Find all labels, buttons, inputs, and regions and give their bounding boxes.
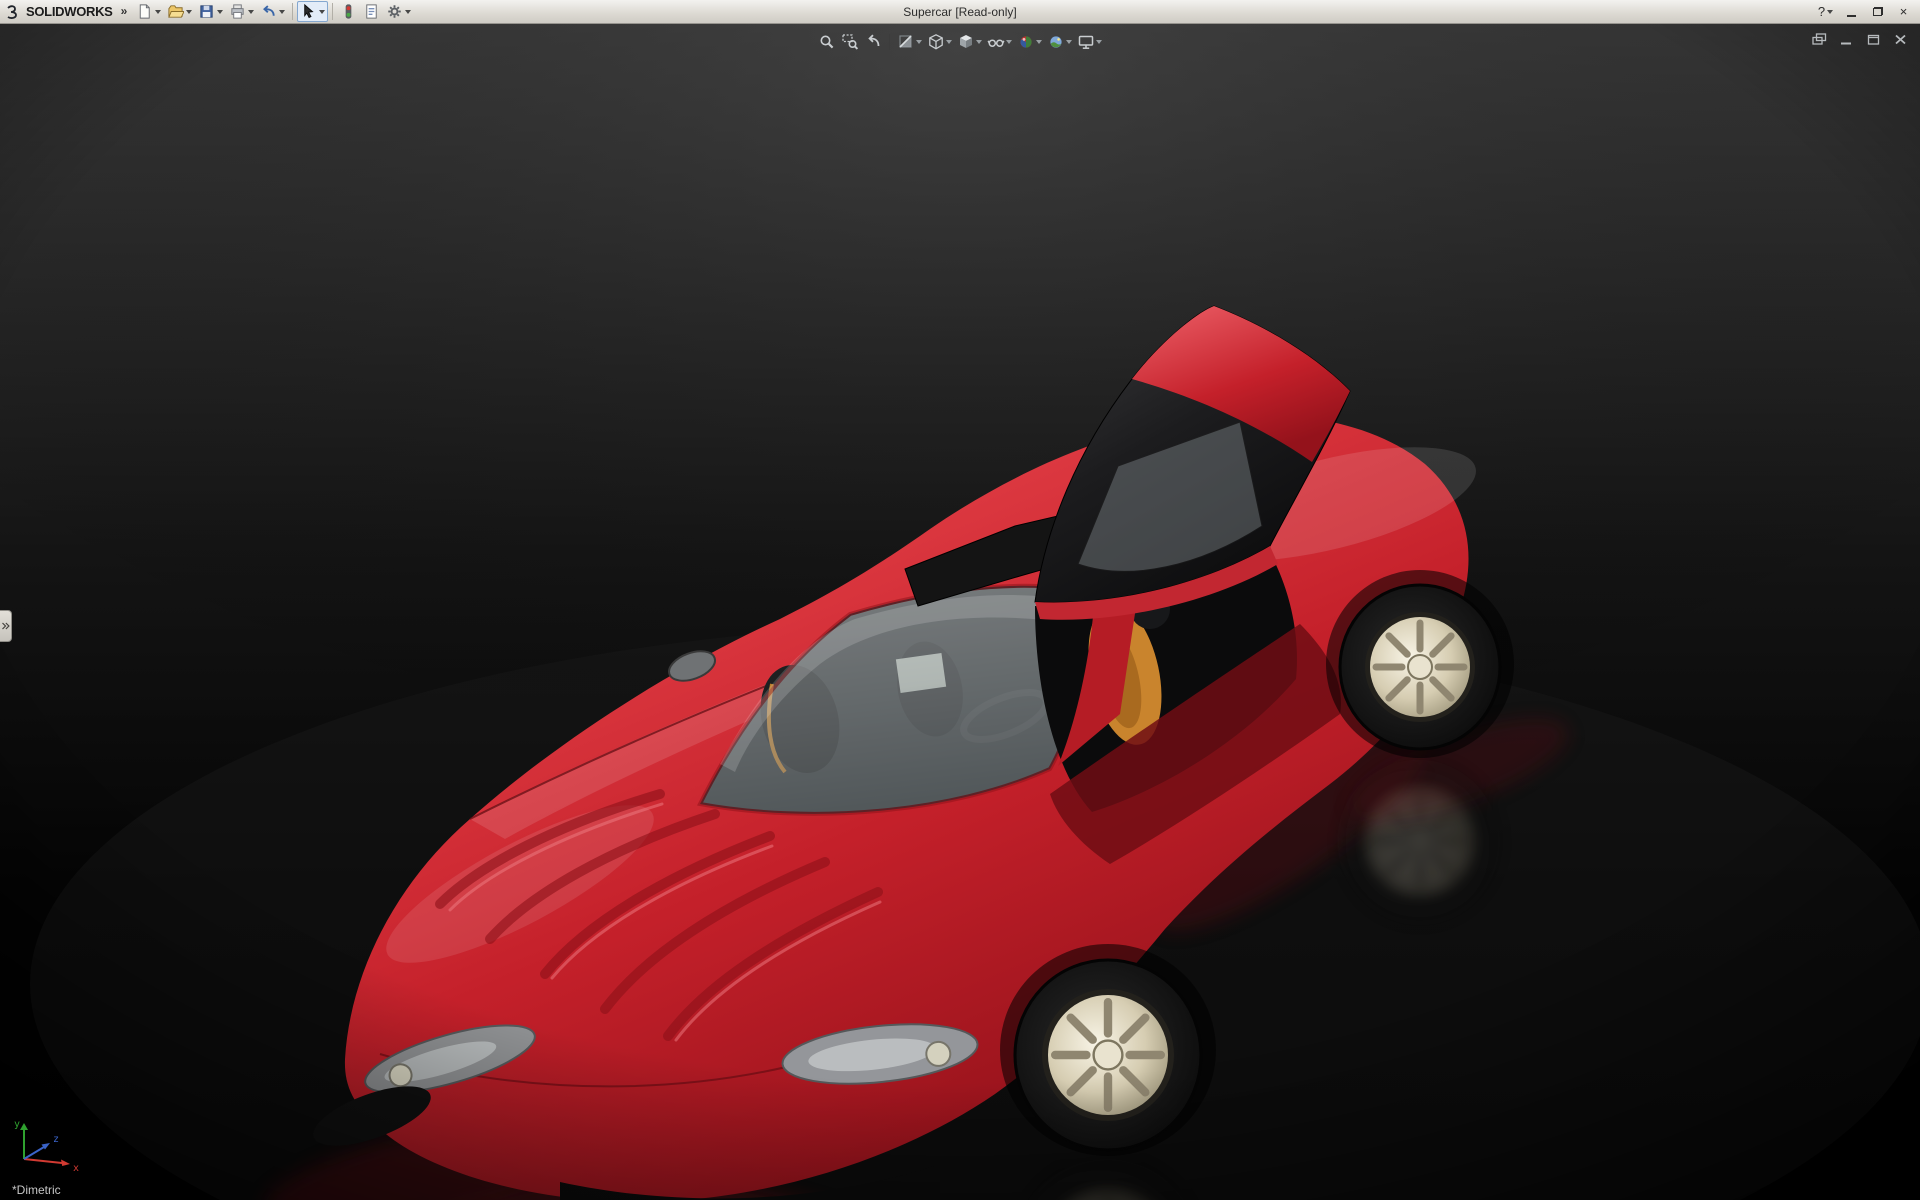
dropdown-arrow-icon[interactable] [186, 10, 192, 14]
titlebar: SOLIDWORKS » [0, 0, 1920, 24]
display-style-button[interactable] [956, 31, 983, 53]
y-axis-label: y [14, 1119, 20, 1130]
doc-close-button[interactable] [1893, 33, 1908, 46]
doc-restore-button[interactable] [1866, 33, 1881, 46]
close-icon: × [1900, 4, 1908, 19]
edit-appearance-sphere-icon [1017, 33, 1035, 51]
z-axis-label: z [53, 1134, 59, 1145]
edit-appearance-button[interactable] [1016, 31, 1043, 53]
restore-icon [1866, 33, 1881, 46]
dropdown-arrow-icon[interactable] [319, 10, 325, 14]
dropdown-arrow-icon[interactable] [155, 10, 161, 14]
print-button[interactable] [226, 1, 257, 22]
doc-minimize-button[interactable] [1839, 33, 1854, 46]
dropdown-arrow-icon[interactable] [976, 40, 982, 44]
save-floppy-icon [198, 3, 215, 20]
dropdown-arrow-icon[interactable] [946, 40, 952, 44]
open-button[interactable] [164, 1, 195, 22]
solidworks-logo: SOLIDWORKS [4, 4, 119, 19]
standard-toolbar [133, 1, 414, 22]
help-glyph: ? [1818, 4, 1825, 19]
viewport-canvas[interactable] [0, 24, 1920, 1200]
toolbar-separator [292, 3, 293, 20]
reference-triad[interactable]: y x z [10, 1115, 88, 1178]
x-axis-label: x [73, 1163, 79, 1173]
printer-icon [229, 3, 246, 20]
view-orientation-label: *Dimetric [12, 1183, 61, 1197]
previous-view-button[interactable] [863, 31, 883, 53]
minimize-icon [1839, 33, 1854, 46]
file-properties-icon [363, 3, 380, 20]
rebuild-button[interactable] [337, 1, 360, 22]
view-orientation-cube-icon [927, 33, 945, 51]
dropdown-arrow-icon[interactable] [279, 10, 285, 14]
zoom-to-fit-icon [818, 33, 836, 51]
dassault-3ds-logo-icon [6, 5, 22, 19]
y-axis-arrow [20, 1123, 28, 1130]
select-button[interactable] [297, 1, 328, 22]
zoom-to-fit-button[interactable] [817, 31, 837, 53]
heads-up-view-toolbar [811, 29, 1109, 55]
view-orientation-button[interactable] [926, 31, 953, 53]
toolbar-separator [332, 3, 333, 20]
previous-view-icon [864, 33, 882, 51]
hide-show-glasses-icon [987, 33, 1005, 51]
x-axis-arrow [61, 1160, 70, 1167]
close-icon [1893, 33, 1908, 46]
options-button[interactable] [383, 1, 414, 22]
dropdown-arrow-icon[interactable] [1006, 40, 1012, 44]
undo-arrow-icon [260, 3, 277, 20]
dropdown-arrow-icon[interactable] [1066, 40, 1072, 44]
dropdown-arrow-icon[interactable] [1096, 40, 1102, 44]
close-button[interactable]: × [1891, 2, 1916, 22]
dropdown-arrow-icon[interactable] [1827, 10, 1833, 14]
solidworks-window: SOLIDWORKS » [0, 0, 1920, 1200]
save-button[interactable] [195, 1, 226, 22]
restore-icon [1873, 7, 1883, 16]
zoom-to-area-icon [841, 33, 859, 51]
dropdown-arrow-icon[interactable] [405, 10, 411, 14]
graphics-viewport: y x z *Dimetric [0, 24, 1920, 1200]
zoom-to-area-button[interactable] [840, 31, 860, 53]
document-window-controls [1812, 33, 1908, 46]
view-settings-monitor-icon [1077, 33, 1095, 51]
dropdown-arrow-icon[interactable] [217, 10, 223, 14]
apply-scene-icon [1047, 33, 1065, 51]
app-window-controls: ? × [1813, 2, 1916, 22]
minimize-icon [1847, 15, 1856, 17]
cascade-windows-button[interactable] [1812, 33, 1827, 46]
file-properties-button[interactable] [360, 1, 383, 22]
undo-button[interactable] [257, 1, 288, 22]
display-style-shaded-cube-icon [957, 33, 975, 51]
rebuild-trafficlight-icon [340, 3, 357, 20]
restore-button[interactable] [1865, 2, 1890, 22]
dropdown-arrow-icon[interactable] [1036, 40, 1042, 44]
brand-text: SOLIDWORKS [26, 4, 113, 19]
dropdown-arrow-icon[interactable] [248, 10, 254, 14]
new-document-button[interactable] [133, 1, 164, 22]
view-settings-button[interactable] [1076, 31, 1103, 53]
menu-flyout-chevron[interactable]: » [119, 4, 134, 20]
options-gear-icon [386, 3, 403, 20]
toolbar-separator [889, 34, 890, 50]
help-button[interactable]: ? [1813, 2, 1838, 22]
dropdown-arrow-icon[interactable] [916, 40, 922, 44]
section-view-button[interactable] [896, 31, 923, 53]
section-view-icon [897, 33, 915, 51]
cascade-icon [1812, 33, 1827, 46]
chevron-right-icon [1, 620, 10, 632]
select-cursor-icon [300, 3, 317, 20]
featuremanager-flyout-tab[interactable] [0, 610, 12, 642]
open-folder-icon [167, 3, 184, 20]
apply-scene-button[interactable] [1046, 31, 1073, 53]
new-document-icon [136, 3, 153, 20]
minimize-button[interactable] [1839, 2, 1864, 22]
hide-show-items-button[interactable] [986, 31, 1013, 53]
